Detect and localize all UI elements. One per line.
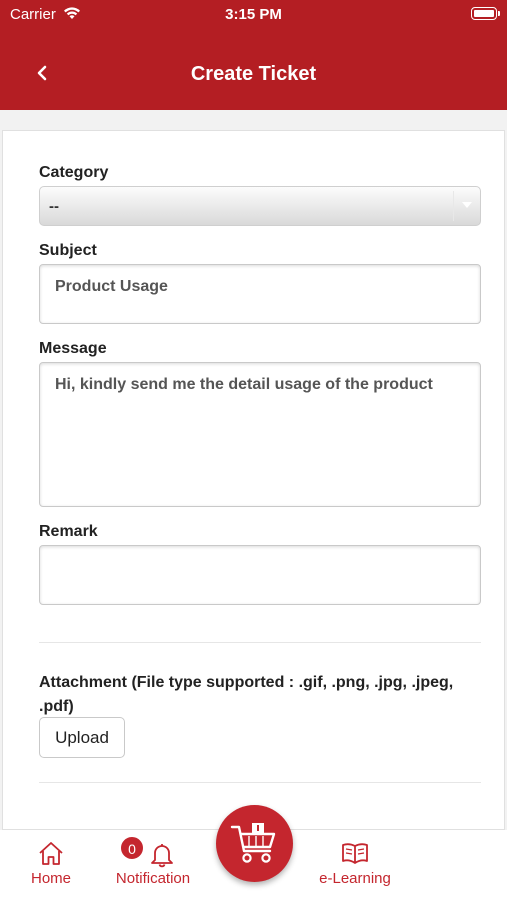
home-icon bbox=[39, 842, 63, 865]
subject-value: Product Usage bbox=[55, 278, 168, 295]
battery-icon bbox=[471, 7, 500, 20]
message-value: Hi, kindly send me the detail usage of t… bbox=[55, 376, 433, 393]
attachment-label: Attachment (File type supported : .gif, … bbox=[39, 674, 454, 715]
tab-home[interactable]: Home bbox=[20, 830, 82, 900]
section-divider-bottom bbox=[39, 782, 481, 783]
tab-notification-label: Notification bbox=[115, 870, 191, 887]
category-label: Category bbox=[39, 164, 109, 181]
message-label: Message bbox=[39, 340, 107, 357]
section-divider bbox=[39, 642, 481, 643]
caret-down-icon bbox=[462, 202, 472, 208]
bell-icon bbox=[151, 844, 173, 868]
status-bar: Carrier 3:15 PM bbox=[0, 0, 507, 30]
tab-elearning-label: e-Learning bbox=[319, 870, 391, 887]
status-time: 3:15 PM bbox=[225, 6, 282, 23]
remark-input[interactable] bbox=[39, 545, 481, 605]
notification-badge: 0 bbox=[120, 836, 144, 860]
category-select[interactable]: -- bbox=[39, 186, 481, 226]
tab-home-label: Home bbox=[30, 870, 71, 887]
select-divider bbox=[453, 191, 454, 221]
page-title: Create Ticket bbox=[190, 63, 317, 85]
remark-label: Remark bbox=[39, 523, 98, 540]
message-textarea[interactable]: Hi, kindly send me the detail usage of t… bbox=[39, 362, 481, 507]
tab-elearning[interactable]: e-Learning bbox=[310, 830, 400, 900]
subject-input[interactable]: Product Usage bbox=[39, 264, 481, 324]
upload-button[interactable]: Upload bbox=[39, 717, 125, 758]
category-value: -- bbox=[49, 198, 59, 215]
subject-label: Subject bbox=[39, 242, 97, 259]
app-header: Carrier 3:15 PM Create Ticket bbox=[0, 0, 507, 110]
cart-icon bbox=[230, 823, 276, 863]
cart-button[interactable] bbox=[216, 805, 293, 882]
book-icon bbox=[342, 843, 368, 864]
